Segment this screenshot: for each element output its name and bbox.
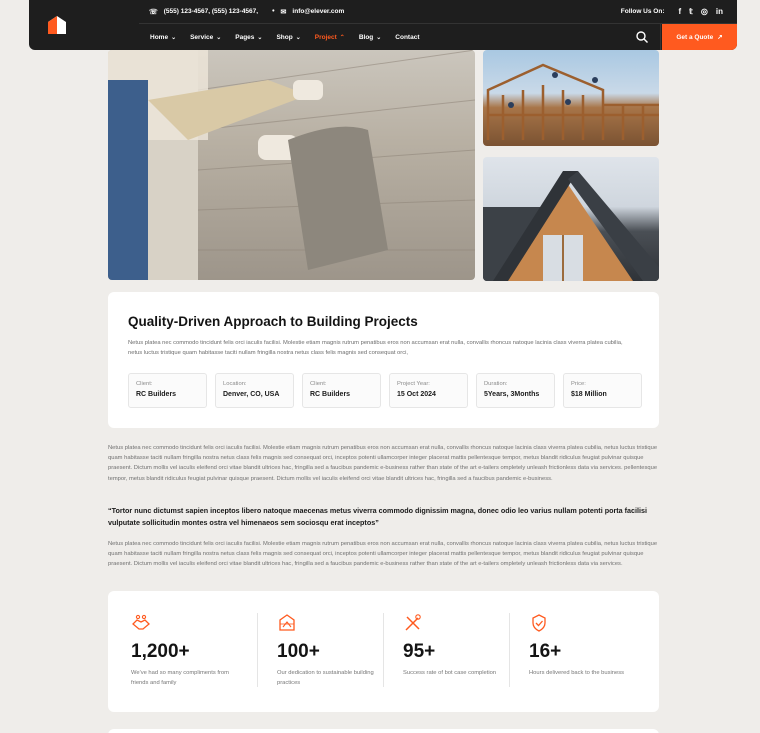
- get-a-quote-button[interactable]: Get a Quote ↗: [662, 24, 737, 50]
- fact-label: Client:: [136, 381, 153, 387]
- stat-item: 16+ Hours delivered back to the business: [529, 613, 649, 676]
- nav-item-project[interactable]: Project ⌃: [315, 34, 345, 41]
- chevron-down-icon: ⌄: [216, 34, 222, 41]
- stat-description: Hours delivered back to the business: [529, 670, 625, 676]
- get-a-quote-label: Get a Quote: [676, 33, 714, 41]
- stat-number: 100+: [277, 641, 320, 662]
- fact-label: Project Year:: [397, 381, 430, 387]
- tools-icon: [405, 614, 421, 631]
- stat-divider: [383, 613, 384, 687]
- main-nav: Home ⌄ Service ⌄ Pages ⌄ Shop ⌄ Project ⌃ Blog ⌄ Con…: [139, 24, 737, 50]
- project-title: Quality-Driven Approach to Building Proj…: [128, 314, 418, 329]
- contact-info: ☏ (555) 123-4567, (555) 123-4567, • ✉ in…: [139, 8, 350, 16]
- top-bar: ☏ (555) 123-4567, (555) 123-4567, • ✉ in…: [139, 0, 737, 24]
- shield-badge-icon: [532, 614, 546, 632]
- project-fact: Price: $18 Million: [563, 373, 642, 408]
- nav-item-label: Pages: [235, 33, 255, 41]
- nav-item-label: Service: [190, 33, 214, 41]
- bricklayer-photo: [108, 50, 475, 280]
- nav-item-label: Contact: [395, 33, 420, 41]
- chevron-down-icon: ⌄: [171, 34, 177, 41]
- stat-description: We've had so many compliments from frien…: [131, 670, 229, 686]
- fact-label: Client:: [310, 381, 327, 387]
- stat-item: 95+ Success rate of bot case completion: [403, 613, 523, 676]
- whatsapp-icon[interactable]: ◎: [701, 7, 708, 16]
- body-paragraph-1: Netus platea nec commodo tincidunt felis…: [108, 445, 658, 482]
- nav-item-home[interactable]: Home ⌄: [150, 34, 176, 41]
- nav-item-blog[interactable]: Blog ⌄: [359, 34, 381, 41]
- stat-item: 1,200+ We've had so many compliments from…: [131, 613, 251, 686]
- fact-label: Price:: [571, 381, 586, 387]
- stat-divider: [509, 613, 510, 687]
- nav-item-service[interactable]: Service ⌄: [190, 34, 221, 41]
- fact-value: 5Years, 3Months: [484, 391, 540, 398]
- blueprint-icon: [279, 614, 295, 631]
- chevron-down-icon: ⌄: [376, 34, 382, 41]
- nav-item-shop[interactable]: Shop ⌄: [276, 34, 300, 41]
- chevron-down-icon: ⌄: [257, 34, 263, 41]
- nav-item-label: Home: [150, 33, 169, 41]
- logo[interactable]: [29, 0, 139, 50]
- chevron-down-icon: ⌄: [295, 34, 301, 41]
- stat-item: 100+ Our dedication to sustainable buildi…: [277, 613, 397, 686]
- site-header: ☏ (555) 123-4567, (555) 123-4567, • ✉ in…: [29, 0, 737, 50]
- nav-item-label: Project: [314, 33, 337, 41]
- chevron-up-icon: ⌃: [339, 34, 345, 41]
- fact-value: $18 Million: [571, 391, 607, 398]
- email-link[interactable]: info@elever.com: [292, 8, 344, 15]
- project-intro: Netus platea nec commodo tincidunt felis…: [128, 340, 623, 356]
- stats-card: 1,200+ We've had so many compliments from…: [108, 591, 659, 712]
- phone-numbers[interactable]: (555) 123-4567, (555) 123-4567,: [164, 8, 258, 15]
- fact-value: RC Builders: [136, 391, 177, 398]
- project-fact: Client: RC Builders: [128, 373, 207, 408]
- twitter-icon[interactable]: 𝕥: [689, 7, 693, 16]
- next-section-card: [108, 729, 659, 733]
- social-links: Follow Us On: f 𝕥 ◎ in: [621, 7, 737, 16]
- house-logo-icon: [48, 16, 66, 34]
- fact-label: Location:: [223, 381, 247, 387]
- body-paragraph-2: Netus platea nec commodo tincidunt felis…: [108, 541, 658, 568]
- stat-number: 95+: [403, 641, 436, 662]
- project-fact: Location: Denver, CO, USA: [215, 373, 294, 408]
- mail-icon: ✉: [280, 8, 287, 16]
- wooden-house-photo: [483, 157, 659, 281]
- stat-number: 1,200+: [131, 641, 190, 662]
- nav-items: Home ⌄ Service ⌄ Pages ⌄ Shop ⌄ Project ⌃ Blog ⌄ Con…: [139, 34, 434, 41]
- nav-item-label: Blog: [358, 33, 374, 41]
- stat-description: Our dedication to sustainable building p…: [277, 670, 374, 686]
- fact-value: 15 Oct 2024: [397, 391, 436, 398]
- follow-label: Follow Us On:: [620, 8, 665, 15]
- project-fact: Project Year: 15 Oct 2024: [389, 373, 468, 408]
- fact-value: RC Builders: [310, 391, 351, 398]
- stat-number: 16+: [529, 641, 562, 662]
- nav-item-pages[interactable]: Pages ⌄: [235, 34, 262, 41]
- nav-item-label: Shop: [276, 33, 293, 41]
- pull-quote: “Tortor nunc dictumst sapien inceptos li…: [108, 506, 648, 527]
- project-fact: Duration: 5Years, 3Months: [476, 373, 555, 408]
- handshake-icon: [132, 614, 150, 630]
- project-details-card: Quality-Driven Approach to Building Proj…: [108, 292, 659, 428]
- separator-dot: •: [272, 8, 275, 15]
- fact-value: Denver, CO, USA: [223, 391, 280, 398]
- project-facts: Client: RC Builders Location: Denver, CO, U…: [128, 373, 650, 408]
- arrow-up-right-icon: ↗: [717, 34, 723, 41]
- stat-divider: [257, 613, 258, 687]
- search-icon[interactable]: [635, 30, 649, 44]
- fact-label: Duration:: [484, 381, 508, 387]
- timber-frame-photo: [483, 50, 659, 146]
- stat-description: Success rate of bot case completion: [403, 670, 497, 676]
- nav-item-contact[interactable]: Contact: [395, 34, 419, 41]
- facebook-icon[interactable]: f: [679, 7, 682, 16]
- nav-divider: [660, 24, 661, 50]
- project-fact: Client: RC Builders: [302, 373, 381, 408]
- linkedin-icon[interactable]: in: [716, 7, 723, 16]
- phone-icon: ☏: [149, 8, 158, 16]
